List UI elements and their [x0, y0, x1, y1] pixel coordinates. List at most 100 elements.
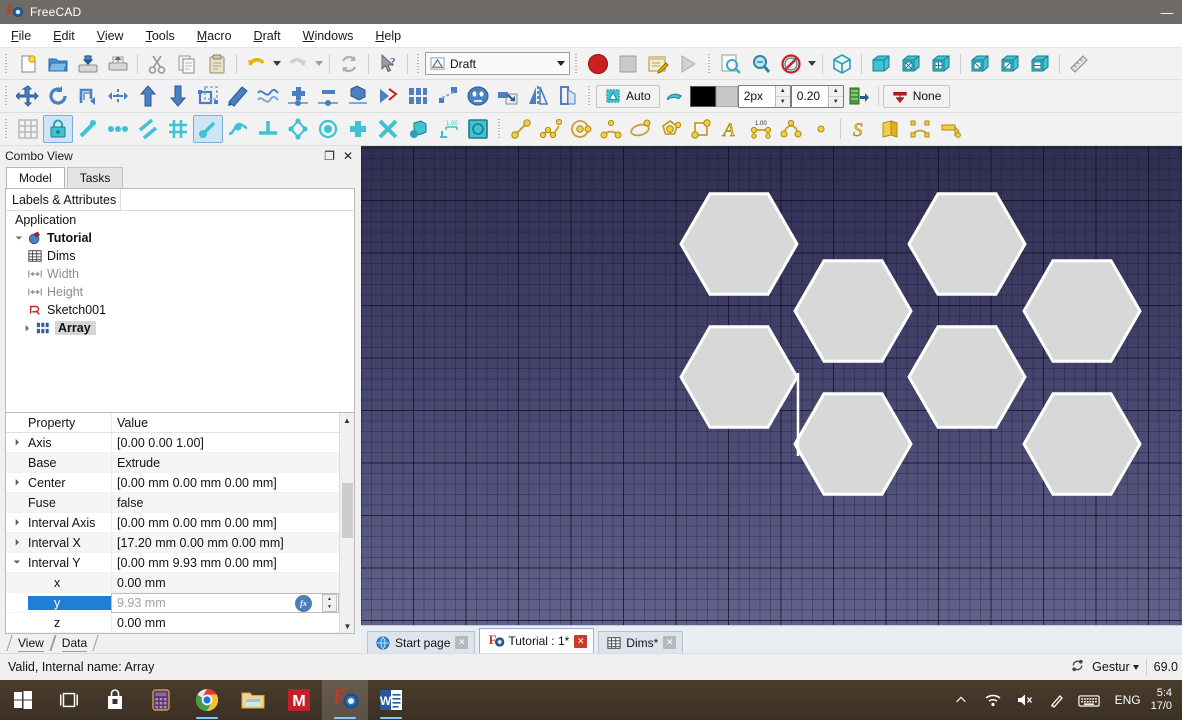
property-scrollbar[interactable]: ▲ ▼: [339, 413, 354, 633]
task-view-button[interactable]: [46, 680, 92, 720]
chevron-right-icon[interactable]: ⏵: [6, 537, 28, 548]
measure-icon[interactable]: [1064, 50, 1094, 78]
property-row-center[interactable]: ⏵ Center [0.00 mm 0.00 mm 0.00 mm]: [6, 473, 339, 493]
chevron-right-icon[interactable]: ⏵: [6, 437, 28, 448]
macro-stop-icon[interactable]: [613, 50, 643, 78]
toolbar-grip[interactable]: [496, 118, 504, 140]
property-row-base[interactable]: Base Extrude: [6, 453, 339, 473]
redo-dropdown-caret[interactable]: [313, 50, 325, 78]
line-icon[interactable]: [506, 115, 536, 143]
chevron-down-icon[interactable]: ⏷: [6, 557, 28, 568]
top-view-icon[interactable]: [896, 50, 926, 78]
line-width-arrows[interactable]: ▲▼: [775, 86, 790, 107]
refresh-icon[interactable]: [334, 50, 364, 78]
property-row-axis[interactable]: ⏵ Axis [0.00 0.00 1.00]: [6, 433, 339, 453]
axonometric-icon[interactable]: [827, 50, 857, 78]
toolbar-grip[interactable]: [3, 53, 11, 75]
autogroup-button[interactable]: Auto: [596, 85, 660, 108]
snap-midpoint-icon[interactable]: [103, 115, 133, 143]
front-view-icon[interactable]: [866, 50, 896, 78]
tree-item-width[interactable]: Width: [6, 265, 354, 283]
toolbar-grip[interactable]: [586, 85, 594, 107]
property-row-fuse[interactable]: Fuse false: [6, 493, 339, 513]
tab-model[interactable]: Model: [6, 167, 65, 188]
shape2dview-icon[interactable]: [343, 82, 373, 110]
fit-all-icon[interactable]: [716, 50, 746, 78]
menu-edit[interactable]: Edit: [42, 26, 86, 46]
menu-tools[interactable]: Tools: [135, 26, 186, 46]
wifi-icon[interactable]: [977, 680, 1009, 720]
add-point-icon[interactable]: [283, 82, 313, 110]
close-icon[interactable]: ✕: [574, 635, 587, 648]
toolbar-grip[interactable]: [573, 53, 581, 75]
3d-viewport[interactable]: [361, 146, 1182, 625]
new-document-icon[interactable]: [13, 50, 43, 78]
toolbar-grip[interactable]: [706, 53, 714, 75]
facebinder-icon[interactable]: [875, 115, 905, 143]
draw-style-caret[interactable]: [806, 50, 818, 78]
print-document-icon[interactable]: [103, 50, 133, 78]
snap-intersection-icon[interactable]: [223, 115, 253, 143]
property-value[interactable]: [0.00 0.00 1.00]: [111, 433, 339, 452]
tab-tasks[interactable]: Tasks: [67, 167, 124, 188]
apply-style-icon[interactable]: [844, 82, 874, 110]
trimex-icon[interactable]: [103, 82, 133, 110]
snap-lock-icon[interactable]: [43, 115, 73, 143]
toggle-grid-icon[interactable]: [13, 115, 43, 143]
whats-this-icon[interactable]: ?: [373, 50, 403, 78]
toolbar-grip[interactable]: [415, 53, 423, 75]
line-width-stepper[interactable]: 2px ▲▼: [738, 85, 791, 108]
property-value[interactable]: Extrude: [111, 453, 339, 472]
hexagon-shape[interactable]: [1024, 394, 1140, 494]
tab-data[interactable]: Data: [53, 635, 96, 651]
snap-center-icon[interactable]: [313, 115, 343, 143]
pen-icon[interactable]: [1041, 680, 1073, 720]
remove-point-icon[interactable]: [313, 82, 343, 110]
app-m-button[interactable]: M: [276, 680, 322, 720]
property-value[interactable]: [0.00 mm 9.93 mm 0.00 mm]: [111, 553, 339, 572]
word-button[interactable]: W: [368, 680, 414, 720]
menu-windows[interactable]: Windows: [292, 26, 365, 46]
hexagon-shape[interactable]: [909, 194, 1025, 294]
close-icon[interactable]: ✕: [663, 636, 676, 649]
path-array-icon[interactable]: [433, 82, 463, 110]
chevron-down-icon[interactable]: ⏷: [12, 233, 26, 244]
undo-dropdown-caret[interactable]: [271, 50, 283, 78]
line-color-swatch[interactable]: [690, 86, 716, 107]
property-row-interval-y-y[interactable]: y 9.93 mm fx ▲▼: [6, 593, 339, 613]
toggle-working-plane-icon[interactable]: [463, 115, 493, 143]
doc-tab-start-page[interactable]: Start page ✕: [367, 631, 475, 653]
start-button[interactable]: [0, 680, 46, 720]
move-icon[interactable]: [13, 82, 43, 110]
chevron-right-icon[interactable]: ⏵: [6, 477, 28, 488]
property-value[interactable]: 0.00 mm: [111, 573, 339, 592]
undock-icon[interactable]: ❐: [324, 149, 335, 163]
ellipse-icon[interactable]: [626, 115, 656, 143]
draft-to-sketch-icon[interactable]: [373, 82, 403, 110]
property-value-input[interactable]: 9.93 mm fx ▲▼: [111, 593, 339, 613]
macro-record-icon[interactable]: [583, 50, 613, 78]
property-row-interval-y-x[interactable]: x 0.00 mm: [6, 573, 339, 593]
speaker-muted-icon[interactable]: [1009, 680, 1041, 720]
property-row-interval-y[interactable]: ⏷ Interval Y [0.00 mm 9.93 mm 0.00 mm]: [6, 553, 339, 573]
property-value[interactable]: [0.00 mm 0.00 mm 0.00 mm]: [111, 513, 339, 532]
tree-item-array[interactable]: ⏵ Array: [6, 319, 354, 337]
toggle-display-mode-icon[interactable]: [660, 82, 690, 110]
array-hexagons[interactable]: [361, 146, 1182, 625]
face-color-swatch[interactable]: [716, 86, 738, 107]
tree-item-sketch001[interactable]: Sketch001: [6, 301, 354, 319]
working-plane-button[interactable]: None: [883, 85, 951, 108]
tab-view[interactable]: View: [9, 635, 53, 651]
upgrade-icon[interactable]: [133, 82, 163, 110]
hexagon-shape[interactable]: [681, 194, 797, 294]
wire-to-bspline-icon[interactable]: [253, 82, 283, 110]
snap-extension-icon[interactable]: [343, 115, 373, 143]
clock[interactable]: 5:4 17/0: [1151, 680, 1180, 720]
macro-edit-icon[interactable]: [643, 50, 673, 78]
toolbar-grip[interactable]: [3, 118, 11, 140]
doc-tab-tutorial[interactable]: F Tutorial : 1* ✕: [479, 628, 594, 653]
chevron-right-icon[interactable]: ⏵: [6, 517, 28, 528]
menu-help[interactable]: Help: [364, 26, 412, 46]
menu-file[interactable]: File: [0, 26, 42, 46]
toolbar-grip[interactable]: [3, 85, 11, 107]
